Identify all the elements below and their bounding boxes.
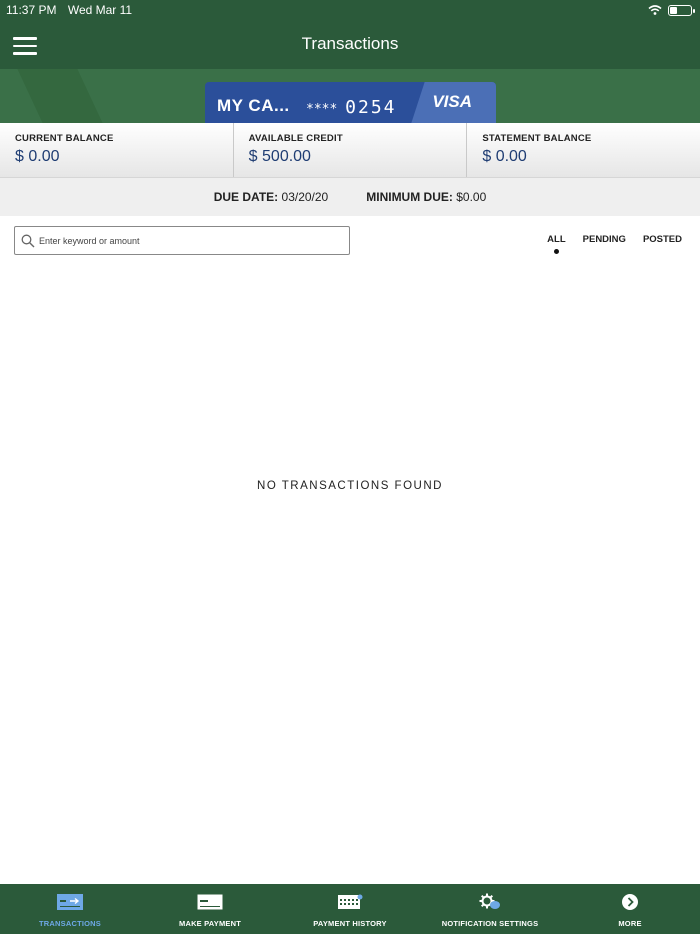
payment-icon — [197, 894, 223, 910]
nav-transactions-label: TRANSACTIONS — [39, 919, 101, 928]
current-balance: CURRENT BALANCE $ 0.00 — [0, 123, 233, 177]
status-date: Wed Mar 11 — [67, 3, 133, 17]
card-banner: MY CA... **** 0254 VISA — [0, 69, 700, 123]
due-date: DUE DATE: 03/20/20 — [214, 190, 329, 204]
settings-gear-icon — [479, 893, 500, 909]
status-time: 11:37 PM — [6, 3, 57, 17]
search-input[interactable] — [39, 235, 349, 246]
balances-row: CURRENT BALANCE $ 0.00 AVAILABLE CREDIT … — [0, 123, 700, 178]
top-header: 11:37 PM Wed Mar 11 Transactions — [0, 0, 700, 69]
card-name: MY CA... — [217, 96, 290, 115]
search-icon — [21, 234, 35, 247]
nav-notification-settings-label: NOTIFICATION SETTINGS — [441, 919, 539, 928]
visa-logo: VISA — [432, 92, 472, 111]
status-bar: 11:37 PM Wed Mar 11 — [6, 3, 695, 17]
nav-payment-history-label: PAYMENT HISTORY — [313, 919, 387, 928]
available-credit: AVAILABLE CREDIT $ 500.00 — [232, 123, 467, 177]
card-mask: **** — [306, 102, 338, 117]
battery-icon — [668, 4, 695, 16]
current-balance-value: $ 0.00 — [15, 148, 60, 165]
minimum-due-value: $0.00 — [456, 190, 487, 204]
nav-transactions[interactable]: TRANSACTIONS — [0, 884, 140, 934]
statement-balance-value: $ 0.00 — [482, 148, 527, 165]
bottom-navigation: TRANSACTIONS MAKE PAYMENT PAYMENT HISTOR… — [0, 884, 700, 934]
nav-more[interactable]: MORE — [560, 884, 700, 934]
current-balance-label: CURRENT BALANCE — [15, 133, 114, 144]
tab-posted-label: POSTED — [642, 234, 682, 245]
tab-all-label: ALL — [547, 234, 566, 245]
tab-posted[interactable]: POSTED — [643, 234, 682, 245]
search-box[interactable] — [14, 226, 350, 255]
nav-more-label: MORE — [618, 919, 642, 928]
card-last4: 0254 — [345, 97, 397, 118]
due-date-value: 03/20/20 — [281, 190, 329, 204]
wifi-icon — [648, 5, 662, 15]
nav-make-payment[interactable]: MAKE PAYMENT — [140, 884, 280, 934]
active-indicator — [553, 249, 559, 254]
calendar-icon — [338, 894, 363, 909]
nav-notification-settings[interactable]: NOTIFICATION SETTINGS — [420, 884, 560, 934]
statement-balance-label: STATEMENT BALANCE — [482, 133, 592, 144]
available-credit-value: $ 500.00 — [248, 148, 311, 165]
page-title: Transactions — [301, 34, 399, 53]
tab-pending[interactable]: PENDING — [583, 234, 626, 245]
card-number: **** 0254 — [306, 97, 397, 118]
credit-card[interactable]: MY CA... **** 0254 VISA — [205, 82, 496, 123]
minimum-due-label: MINIMUM DUE: — [366, 190, 453, 204]
empty-state-message: NO TRANSACTIONS FOUND — [257, 480, 443, 492]
tab-pending-label: PENDING — [582, 234, 626, 245]
filter-tabs: ALL PENDING POSTED — [547, 234, 682, 254]
due-info: DUE DATE: 03/20/20 MINIMUM DUE: $0.00 — [0, 178, 700, 216]
chevron-right-circle-icon — [622, 894, 638, 910]
available-credit-label: AVAILABLE CREDIT — [248, 133, 343, 144]
due-date-label: DUE DATE: — [213, 190, 279, 204]
minimum-due: MINIMUM DUE: $0.00 — [366, 190, 486, 204]
nav-payment-history[interactable]: PAYMENT HISTORY — [280, 884, 420, 934]
statement-balance: STATEMENT BALANCE $ 0.00 — [466, 123, 700, 177]
tab-all[interactable]: ALL — [547, 234, 566, 254]
nav-make-payment-label: MAKE PAYMENT — [179, 919, 241, 928]
transactions-icon — [57, 894, 83, 910]
